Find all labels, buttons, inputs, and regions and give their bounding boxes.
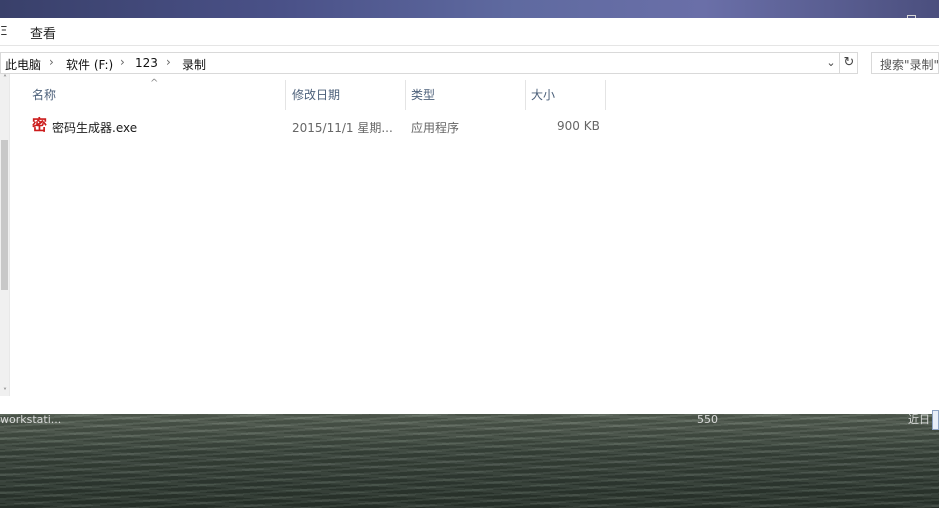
chevron-right-icon[interactable]: › [49,55,54,69]
desktop-icon-label-left[interactable]: workstati... [0,414,61,426]
breadcrumb-drive-f[interactable]: 软件 (F:) [66,56,113,73]
navigation-pane-scrollbar[interactable]: ˄ ˅ [0,74,10,396]
ribbon-menu-edge[interactable]: Ξ [0,24,8,38]
tab-view[interactable]: 查看 [30,23,56,42]
list-item[interactable]: 密 密码生成器.exe 2015/11/1 星期... 应用程序 900 KB [26,116,606,136]
column-divider[interactable] [605,80,606,110]
ribbon-tabs: Ξ 查看 [0,18,939,46]
search-placeholder: 搜索"录制" [880,58,939,72]
desktop-sky [0,0,939,20]
address-bar[interactable]: 此电脑 › 软件 (F:) › 123 › 录制 ⌄ ↻ [0,52,858,74]
file-modified: 2015/11/1 星期... [292,121,393,135]
file-name: 密码生成器.exe [52,121,138,135]
application-icon: 密 [32,116,48,134]
scroll-down-icon[interactable]: ˅ [0,387,10,396]
search-input[interactable]: 搜索"录制" [871,52,939,74]
file-type: 应用程序 [411,121,460,135]
chevron-right-icon[interactable]: › [120,55,125,69]
chevron-right-icon[interactable]: › [166,55,171,69]
scroll-up-icon[interactable]: ˄ [0,74,10,83]
desktop-wallpaper: workstati... 550 近日 [0,414,939,508]
chevron-down-icon[interactable]: ⌄ [823,53,839,73]
breadcrumb-folder-recordings[interactable]: 录制 [182,56,206,73]
scroll-corner-box [932,410,939,430]
breadcrumb-folder-123[interactable]: 123 [135,56,158,70]
breadcrumb-this-pc[interactable]: 此电脑 [5,56,41,73]
refresh-icon[interactable]: ↻ [839,53,858,73]
desktop-icon-label-right[interactable]: 近日 [908,414,930,426]
file-size: 900 KB [557,119,600,133]
column-header-modified[interactable]: 修改日期 [286,80,405,110]
scrollbar-thumb[interactable] [1,140,8,290]
desktop-icon-label-mid[interactable]: 550 [697,414,718,426]
column-header-size[interactable]: 大小 [525,80,605,110]
column-header-type[interactable]: 类型 [405,80,525,110]
file-explorer-window: Ξ 查看 此电脑 › 软件 (F:) › 123 › 录制 ⌄ ↻ 搜索"录制"… [0,15,939,430]
column-header-name[interactable]: 名称 [26,80,285,110]
